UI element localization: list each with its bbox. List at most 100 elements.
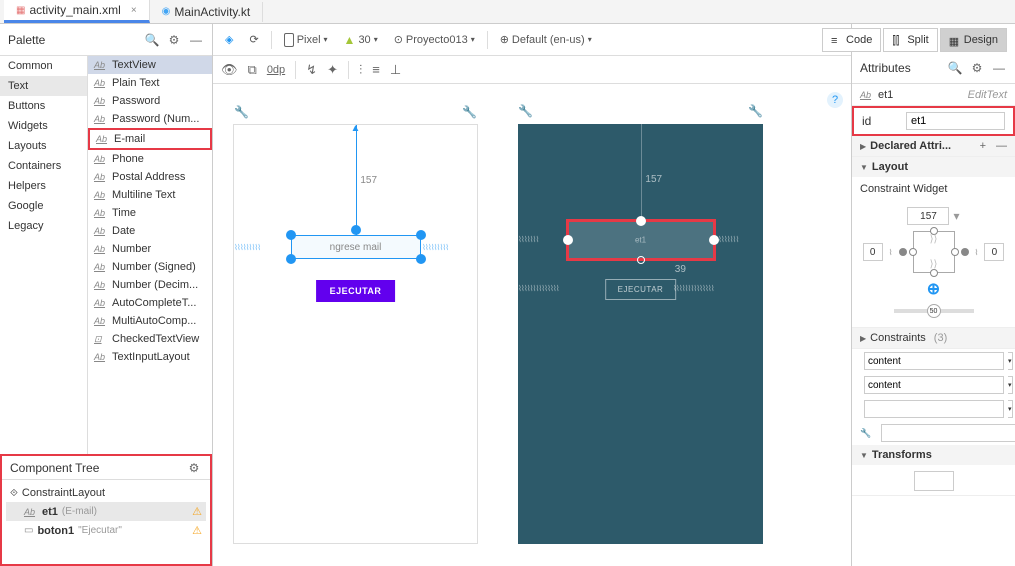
category-containers[interactable]: Containers [0,156,87,176]
anchor-left[interactable] [909,248,917,256]
constraint-widget[interactable]: 157 ▾ 0 ⌇ ⟩⟩ ⟩⟩ [860,199,1007,321]
selection-corner[interactable] [288,256,294,262]
category-text[interactable]: Text [0,76,87,96]
view-code-button[interactable]: ≡Code [822,28,881,52]
gear-icon[interactable]: ⚙ [969,60,985,76]
selection-corner[interactable] [288,232,294,238]
widget-number[interactable]: AbNumber [88,240,212,258]
api-selector[interactable]: ▲30 ▾ [340,31,382,49]
anchor-right[interactable] [951,248,959,256]
warning-icon[interactable]: ⚠ [192,524,202,537]
view-split-button[interactable]: ⫿⫿Split [883,28,937,52]
tree-root[interactable]: ⟐ ConstraintLayout [6,484,206,502]
id-input[interactable] [906,112,1005,130]
widget-number-decimal[interactable]: AbNumber (Decim... [88,276,212,294]
remove-icon[interactable]: — [996,140,1007,152]
layout-height-input[interactable] [864,376,1004,394]
view-options-icon[interactable]: 👁 [221,62,238,78]
selection-corner[interactable] [418,256,424,262]
help-icon[interactable]: ? [827,92,843,108]
edittext-blueprint[interactable]: et1 [566,219,716,261]
widget-plaintext[interactable]: AbPlain Text [88,74,212,92]
dropdown-icon[interactable]: ▾ [1008,400,1013,418]
button-blueprint[interactable]: EJECUTAR [605,279,677,300]
section-declared-attributes[interactable]: ▶ Declared Attri... + — [852,136,1015,156]
section-layout[interactable]: ▼ Layout [852,157,1015,177]
category-layouts[interactable]: Layouts [0,136,87,156]
category-common[interactable]: Common [0,56,87,76]
category-legacy[interactable]: Legacy [0,216,87,236]
add-constraint-icon[interactable]: ⊕ [927,279,940,299]
tree-item-et1[interactable]: Ab et1 (E-mail) ⚠ [6,502,206,521]
widget-number-signed[interactable]: AbNumber (Signed) [88,258,212,276]
tools-visibility-input[interactable] [881,424,1015,442]
margin-top-input[interactable]: 157 [907,207,949,225]
widget-postal[interactable]: AbPostal Address [88,168,212,186]
button-preview[interactable]: EJECUTAR [316,280,396,302]
widget-textview[interactable]: AbTextView [88,56,212,74]
orientation-icon[interactable]: ⟳ [245,31,262,48]
constraint-box[interactable]: ⟩⟩ ⟩⟩ [913,231,955,273]
anchor-left[interactable] [563,235,573,245]
guideline-icon[interactable]: ⫶ [359,62,362,78]
widget-multiautocomplete[interactable]: AbMultiAutoComp... [88,312,212,330]
dropdown-icon[interactable]: ▾ [1008,352,1013,370]
widget-textinputlayout[interactable]: AbTextInputLayout [88,348,212,366]
canvas-area[interactable]: 🔧 🔧 ▲ 157 ⌇⌇⌇⌇⌇⌇⌇⌇⌇ ⌇⌇⌇⌇⌇⌇⌇⌇⌇ ngrese mai… [213,84,851,566]
tree-item-boton1[interactable]: ▭ boton1 "Ejecutar" ⚠ [6,521,206,540]
chevron-down-icon[interactable]: ▾ [953,209,959,223]
gear-icon[interactable]: ⚙ [166,32,182,48]
widget-password-num[interactable]: AbPassword (Num... [88,110,212,128]
widget-checkedtextview[interactable]: ⊡CheckedTextView [88,330,212,348]
anchor-bottom[interactable] [930,269,938,277]
add-icon[interactable]: + [980,140,986,152]
infer-constraints-icon[interactable]: ✦ [327,62,338,78]
selection-corner[interactable] [418,232,424,238]
edittext-preview[interactable]: ngrese mail [291,235,421,259]
gear-icon[interactable]: ⚙ [186,460,202,476]
layout-width-input[interactable] [864,352,1004,370]
anchor-bottom[interactable] [637,256,645,264]
device-selector[interactable]: Pixel ▾ [280,31,332,49]
anchor-dot[interactable] [899,248,907,256]
dropdown-icon[interactable]: ▾ [1008,376,1013,394]
view-design-button[interactable]: ▦Design [940,28,1007,52]
clear-constraints-icon[interactable]: ↯ [306,62,317,78]
theme-selector[interactable]: ⊙Proyecto013 ▾ [390,31,479,48]
section-transforms[interactable]: ▼ Transforms [852,445,1015,465]
pack-icon[interactable]: ⊥ [390,62,401,78]
tab-activity-main[interactable]: ▦ activity_main.xml × [4,0,150,23]
slider-thumb[interactable]: 50 [927,304,941,318]
minimize-icon[interactable]: — [991,60,1007,76]
close-icon[interactable]: × [131,5,137,16]
surface-select-icon[interactable]: ◈ [221,31,237,48]
design-preview[interactable]: 🔧 🔧 ▲ 157 ⌇⌇⌇⌇⌇⌇⌇⌇⌇ ⌇⌇⌇⌇⌇⌇⌇⌇⌇ ngrese mai… [233,124,478,544]
visibility-input[interactable] [864,400,1004,418]
category-buttons[interactable]: Buttons [0,96,87,116]
widget-time[interactable]: AbTime [88,204,212,222]
bias-slider[interactable]: 50 [894,309,974,313]
category-widgets[interactable]: Widgets [0,116,87,136]
margin-right-input[interactable]: 0 [984,243,1004,261]
anchor-right[interactable] [709,235,719,245]
search-icon[interactable]: 🔍 [144,32,160,48]
category-google[interactable]: Google [0,196,87,216]
tab-main-activity[interactable]: ◉ MainActivity.kt [150,2,264,22]
default-margin[interactable]: 0dp [267,64,285,76]
widget-email[interactable]: AbE-mail [88,128,212,150]
align-icon[interactable]: ≡ [372,62,380,77]
minimize-icon[interactable]: — [188,32,204,48]
category-helpers[interactable]: Helpers [0,176,87,196]
search-icon[interactable]: 🔍 [947,60,963,76]
section-constraints[interactable]: ▶ Constraints (3) [852,328,1015,348]
widget-multiline[interactable]: AbMultiline Text [88,186,212,204]
anchor-top[interactable] [636,216,646,226]
widget-date[interactable]: AbDate [88,222,212,240]
locale-selector[interactable]: ⊕Default (en-us) ▾ [496,31,596,48]
widget-password[interactable]: AbPassword [88,92,212,110]
widget-phone[interactable]: AbPhone [88,150,212,168]
autoconnect-icon[interactable]: ⧉ [248,62,257,78]
margin-left-input[interactable]: 0 [863,243,883,261]
warning-icon[interactable]: ⚠ [192,505,202,518]
widget-autocomplete[interactable]: AbAutoCompleteT... [88,294,212,312]
